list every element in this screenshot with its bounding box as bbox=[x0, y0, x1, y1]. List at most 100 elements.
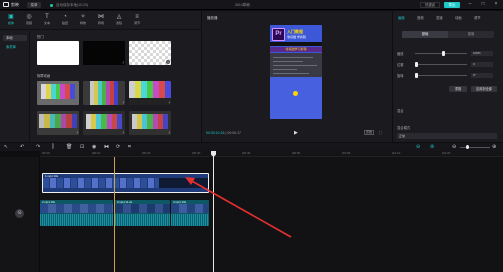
video-clip-main-2[interactable]: 3.mp4 11.2s bbox=[115, 200, 170, 226]
mirror-icon[interactable]: ⧓ bbox=[104, 144, 109, 150]
material-transparent[interactable]: ⤓ bbox=[129, 41, 171, 65]
tool-adjust[interactable]: ≡ 调节 bbox=[130, 13, 144, 28]
menu-button[interactable]: 菜单 bbox=[27, 2, 41, 8]
tool-transition[interactable]: ⋈ 转场 bbox=[94, 13, 108, 28]
app-name: 剪映 bbox=[11, 2, 19, 7]
reset-button[interactable]: 重置 bbox=[449, 86, 467, 92]
ruler-tick: |01:10 bbox=[392, 151, 401, 155]
video-clip-overlay[interactable]: 1.mp4 10s bbox=[42, 173, 209, 193]
segment-cutout[interactable]: 抠像 bbox=[448, 31, 494, 38]
material-glitch-6[interactable]: ⤓ bbox=[129, 111, 171, 135]
tool-media[interactable]: ▣ 媒体 bbox=[4, 13, 18, 28]
tool-text[interactable]: T 文本 bbox=[40, 13, 54, 28]
material-glitch-2[interactable]: ⤓ bbox=[83, 81, 125, 105]
scale-value[interactable]: 100% bbox=[471, 51, 493, 56]
rotation-slider[interactable] bbox=[415, 75, 467, 76]
side-item-library[interactable]: 素材库 bbox=[3, 44, 27, 50]
zoom-slider[interactable] bbox=[460, 147, 490, 148]
delete-icon[interactable]: 🗑 bbox=[66, 144, 72, 150]
rotate-icon[interactable]: ⟳ bbox=[116, 144, 120, 150]
transition-icon: ⋈ bbox=[98, 14, 104, 20]
tool-label: 贴纸 bbox=[61, 21, 68, 25]
zoom-in-icon[interactable]: ⊕ bbox=[492, 144, 496, 150]
rotation-value[interactable]: 0° bbox=[471, 73, 493, 78]
preview-screenshot bbox=[270, 53, 322, 77]
tab-speed[interactable]: 变速 bbox=[436, 15, 443, 20]
minimize-icon[interactable]: – bbox=[466, 2, 474, 8]
video-clip-main-3[interactable]: 4.mp4 10s bbox=[171, 200, 209, 226]
position-knob[interactable] bbox=[415, 62, 419, 67]
scale-label: 缩放 bbox=[397, 52, 404, 56]
play-icon[interactable]: ▶ bbox=[294, 130, 298, 136]
preview-band bbox=[270, 42, 322, 46]
media-panel: ▣ 媒体 ◎ 音频 T 文本 ◔ 贴纸 ✧ 特效 ⋈ 转场 ◬ 滤镜 ≡ 调节 bbox=[0, 11, 201, 142]
split-marker bbox=[114, 157, 115, 272]
material-white[interactable] bbox=[37, 41, 79, 65]
ratio-button[interactable]: 原始 bbox=[364, 130, 374, 135]
fullscreen-icon[interactable]: ⛶ bbox=[379, 130, 382, 135]
blend-mode-select[interactable]: 正常 bbox=[397, 133, 497, 139]
preview-banner: 零基础学习剪辑 bbox=[270, 47, 322, 52]
material-glitch-1[interactable] bbox=[37, 81, 79, 105]
main-track-icon[interactable]: ⊙ bbox=[15, 209, 24, 218]
material-black[interactable]: ⤓ bbox=[83, 41, 125, 65]
undo-icon[interactable]: ↶ bbox=[20, 144, 24, 150]
tool-label: 特效 bbox=[79, 21, 86, 25]
section-glitch: 故障动画 bbox=[37, 74, 51, 78]
scale-knob[interactable] bbox=[442, 51, 446, 56]
crop-icon[interactable]: ⌗ bbox=[128, 144, 131, 150]
ruler-tick: |01:20 bbox=[442, 151, 451, 155]
preview-canvas[interactable]: Pr 入门教程 零基础 学剪辑 零基础学习剪辑 bbox=[270, 25, 322, 119]
section-hot: 热门 bbox=[37, 35, 44, 39]
playhead-line[interactable] bbox=[213, 151, 214, 272]
apply-all-button[interactable]: 应用到全部 bbox=[471, 86, 497, 92]
zoom-knob[interactable] bbox=[466, 145, 469, 149]
scale-slider[interactable] bbox=[415, 53, 467, 54]
select-tool-icon[interactable]: ↖ bbox=[4, 144, 8, 150]
tab-adjust[interactable]: 调节 bbox=[474, 15, 481, 20]
ruler-tick: |00:50 bbox=[292, 151, 301, 155]
blend-mode-label: 混合模式 bbox=[397, 126, 411, 130]
download-icon: ⤓ bbox=[76, 130, 78, 134]
material-glitch-5[interactable]: ⤓ bbox=[83, 111, 125, 135]
tool-audio[interactable]: ◎ 音频 bbox=[22, 13, 36, 28]
split-icon[interactable]: ⫿ bbox=[52, 144, 54, 150]
tab-animation[interactable]: 动画 bbox=[455, 15, 462, 20]
clip-frames bbox=[171, 204, 209, 213]
material-glitch-4[interactable]: ⤓ bbox=[37, 111, 79, 135]
rotation-label: 旋转 bbox=[397, 74, 404, 78]
position-slider[interactable] bbox=[415, 64, 467, 65]
freeze-icon[interactable]: ⊡ bbox=[80, 144, 84, 150]
maximize-icon[interactable]: □ bbox=[479, 2, 487, 8]
timeline-toolbar: ↖ ↶ ↷ ⫿ 🗑 ⊡ ◉ ⧓ ⟳ ⌗ ⊖ ⊜ ⊖ ⊕ bbox=[0, 143, 503, 151]
redo-icon[interactable]: ↷ bbox=[36, 144, 40, 150]
close-icon[interactable]: × bbox=[492, 2, 500, 8]
tab-audio[interactable]: 音频 bbox=[417, 15, 424, 20]
tool-sticker[interactable]: ◔ 贴纸 bbox=[58, 13, 72, 28]
record-icon[interactable]: ◉ bbox=[92, 144, 96, 150]
segment-basic[interactable]: 基础 bbox=[402, 31, 448, 38]
tool-effects[interactable]: ✧ 特效 bbox=[76, 13, 90, 28]
download-icon: ⤓ bbox=[166, 60, 170, 64]
tool-label: 滤镜 bbox=[115, 21, 122, 25]
ruler-tick: |01:00 bbox=[342, 151, 351, 155]
shortcut-button[interactable]: 快捷键 bbox=[420, 2, 440, 8]
position-value[interactable]: 0 bbox=[471, 62, 493, 67]
link-icon[interactable]: ⊖ bbox=[416, 144, 420, 150]
download-icon: ⤓ bbox=[122, 60, 124, 64]
tool-filter[interactable]: ◬ 滤镜 bbox=[112, 13, 126, 28]
export-button[interactable]: 导出 bbox=[444, 2, 460, 8]
material-glitch-3[interactable]: ⤓ bbox=[129, 81, 171, 105]
clip-frames bbox=[115, 204, 170, 213]
tab-picture[interactable]: 画面 bbox=[398, 15, 405, 20]
video-clip-main-1[interactable]: 2.mp4 15s bbox=[40, 200, 113, 226]
rotation-knob[interactable] bbox=[415, 73, 419, 78]
zoom-out-icon[interactable]: ⊖ bbox=[452, 144, 456, 150]
side-item-local[interactable]: 本地 bbox=[3, 35, 27, 41]
timeline-ruler[interactable]: 00:00 |00:10 |00:20 |00:30 |00:40 |00:50… bbox=[40, 151, 503, 157]
snap-icon[interactable]: ⊜ bbox=[430, 144, 434, 150]
media-icon: ▣ bbox=[8, 14, 14, 20]
sticker-icon: ◔ bbox=[63, 14, 67, 20]
ruler-tick: |00:10 bbox=[92, 151, 101, 155]
download-icon: ⤓ bbox=[122, 100, 124, 104]
